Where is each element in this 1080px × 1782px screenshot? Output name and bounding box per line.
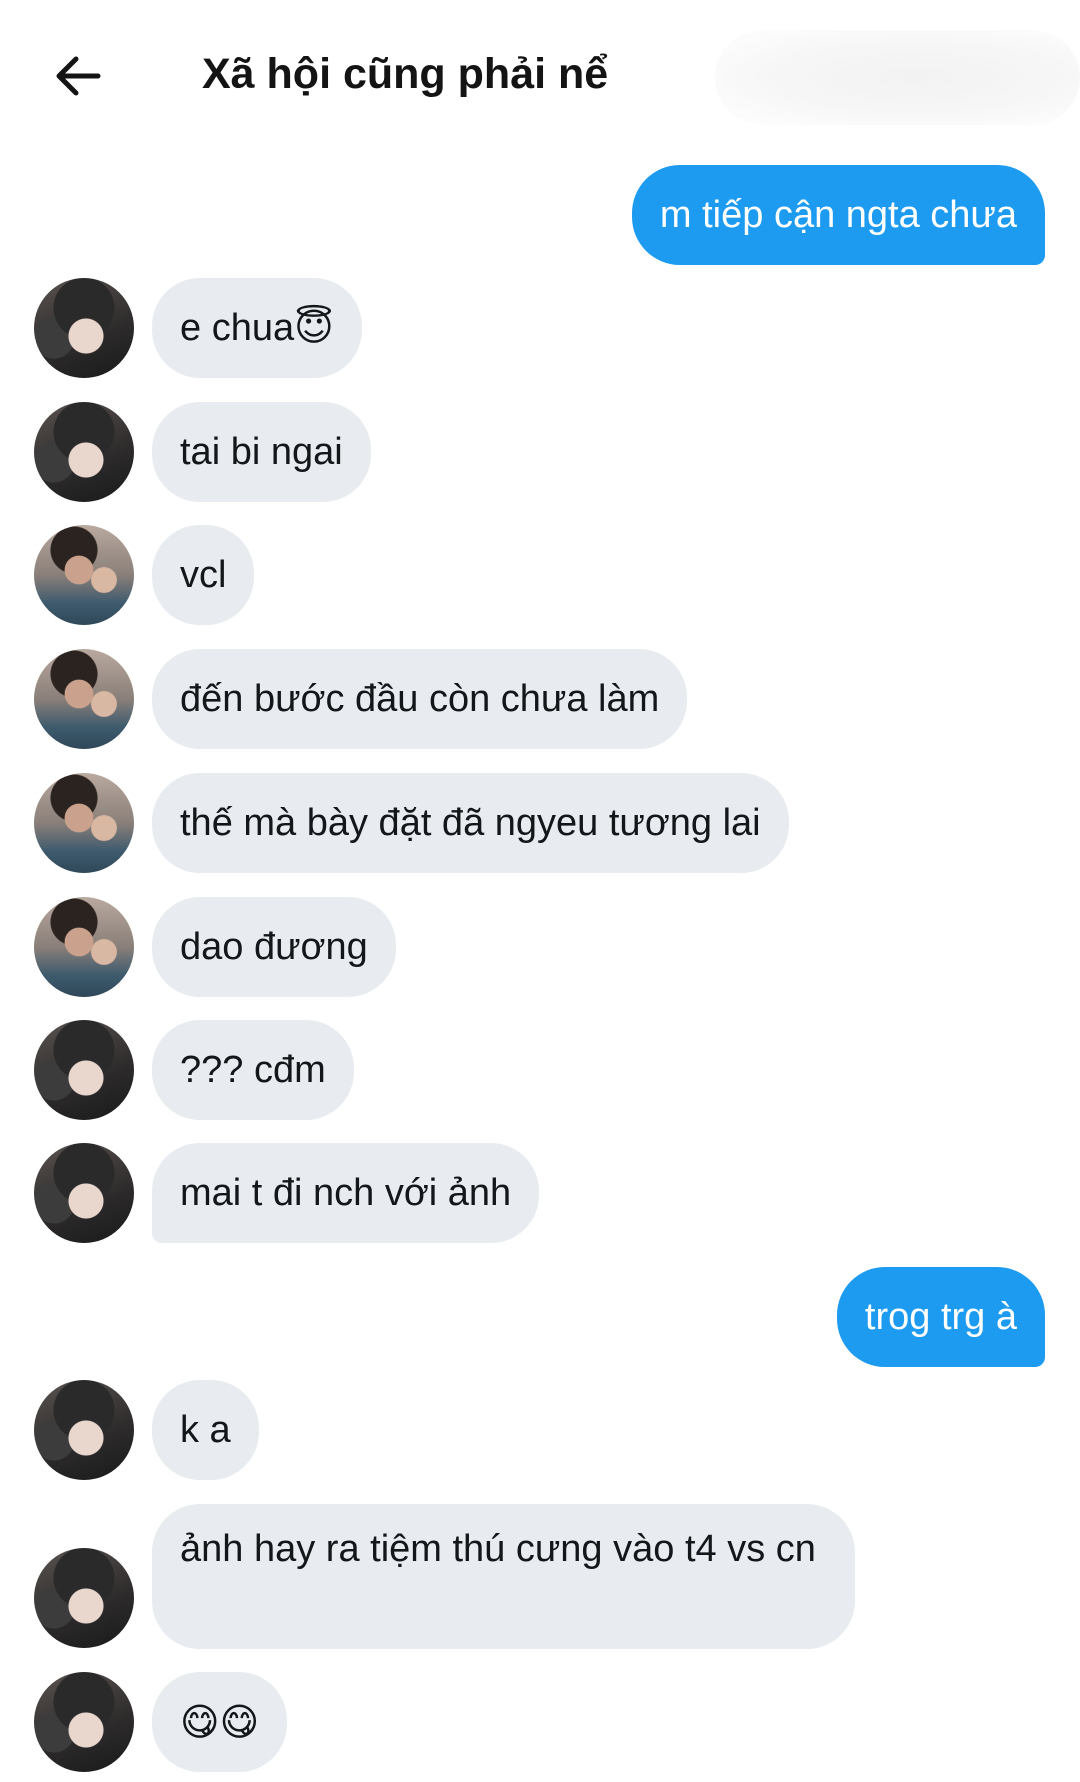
avatar[interactable]: [34, 773, 134, 873]
avatar[interactable]: [34, 897, 134, 997]
message-bubble-incoming[interactable]: k a: [152, 1380, 259, 1480]
message-bubble-incoming[interactable]: ảnh hay ra tiệm thú cưng vào t4 vs cn: [152, 1504, 855, 1649]
avatar[interactable]: [34, 402, 134, 502]
message-text: ảnh hay ra tiệm thú cưng vào t4 vs cn: [180, 1528, 816, 1570]
message-text: 😋😋: [180, 1700, 260, 1744]
chat-header: Xã hội cũng phải nể: [0, 0, 1080, 150]
message-text: vcl: [180, 554, 227, 596]
conversation-title: Xã hội cũng phải nể: [202, 50, 609, 98]
avatar[interactable]: [34, 649, 134, 749]
message-bubble-incoming[interactable]: tai bi ngai: [152, 402, 371, 502]
message-bubble-incoming[interactable]: đến bước đầu còn chưa làm: [152, 649, 688, 749]
avatar[interactable]: [34, 1548, 134, 1648]
message-text: dao đương: [180, 926, 368, 968]
message-text: m tiếp cận ngta chưa: [659, 194, 1017, 236]
message-bubble-incoming[interactable]: mai t đi nch với ảnh: [152, 1143, 540, 1243]
message-text: ??? cđm: [180, 1049, 326, 1091]
message-text: đến bước đầu còn chưa làm: [180, 678, 660, 720]
message-bubble-incoming[interactable]: ??? cđm: [152, 1020, 354, 1120]
message-text: trog trg à: [864, 1296, 1017, 1338]
message-bubble-incoming[interactable]: 😋😋: [152, 1672, 288, 1772]
back-button[interactable]: [46, 44, 110, 108]
avatar[interactable]: [34, 1143, 134, 1243]
message-bubble-incoming[interactable]: dao đương: [152, 897, 396, 997]
arrow-left-icon: [56, 56, 101, 96]
message-bubble-incoming[interactable]: thế mà bày đặt đã ngyeu tương lai: [152, 773, 789, 873]
message-text: k a: [180, 1409, 231, 1451]
message-text: e chua😇: [180, 307, 334, 349]
avatar[interactable]: [34, 1380, 134, 1480]
message-text: mai t đi nch với ảnh: [180, 1172, 512, 1214]
message-bubble-outgoing[interactable]: m tiếp cận ngta chưa: [631, 165, 1045, 265]
redacted-area: [715, 30, 1080, 125]
avatar[interactable]: [34, 1672, 134, 1772]
avatar[interactable]: [34, 525, 134, 625]
message-bubble-incoming[interactable]: e chua😇: [152, 278, 362, 378]
avatar[interactable]: [34, 278, 134, 378]
avatar[interactable]: [34, 1020, 134, 1120]
message-text: tai bi ngai: [180, 431, 343, 473]
message-bubble-incoming[interactable]: vcl: [152, 525, 255, 625]
message-bubble-outgoing[interactable]: trog trg à: [836, 1267, 1045, 1367]
message-text: thế mà bày đặt đã ngyeu tương lai: [180, 802, 761, 844]
